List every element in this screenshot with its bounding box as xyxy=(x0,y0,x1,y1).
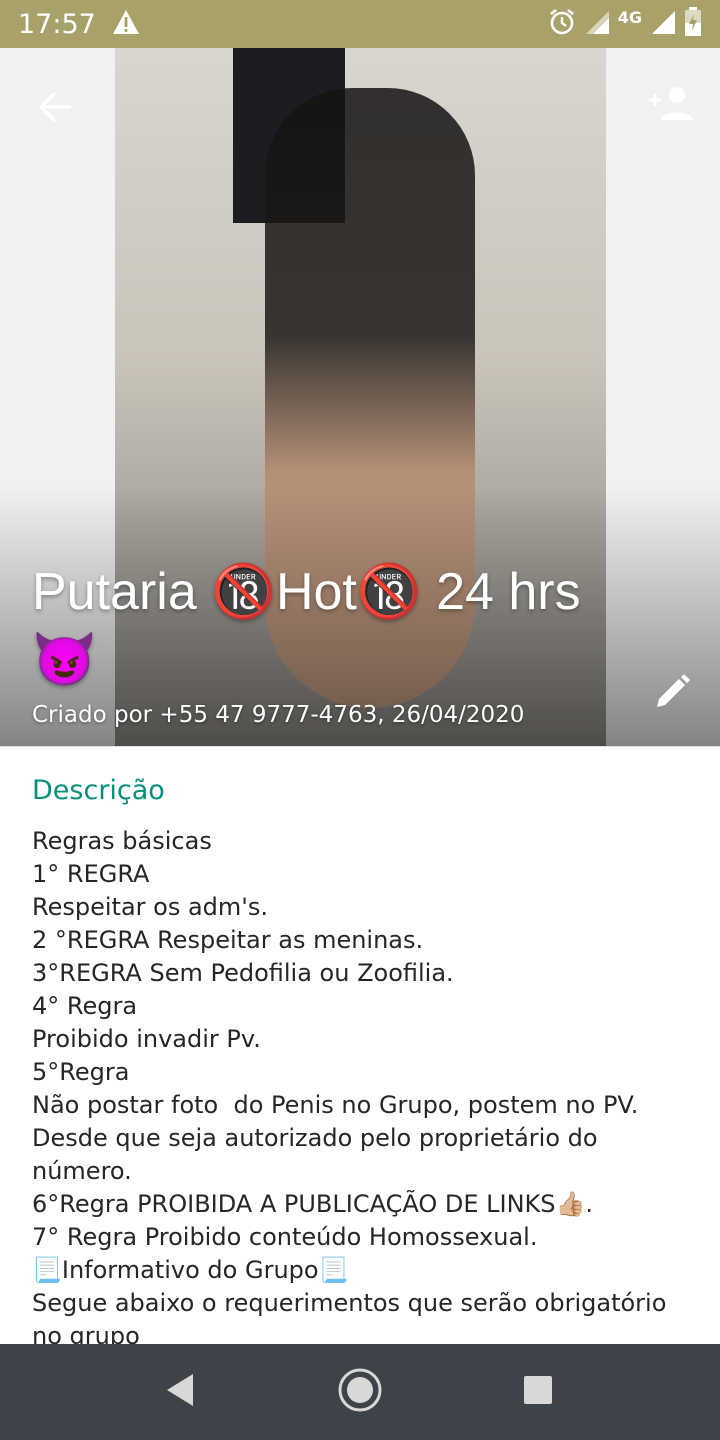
nav-recents-button[interactable] xyxy=(514,1368,562,1416)
back-button[interactable] xyxy=(30,84,80,134)
warning-icon xyxy=(112,9,140,39)
add-person-icon xyxy=(647,86,693,124)
alarm-icon xyxy=(548,8,576,40)
nav-back-button[interactable] xyxy=(156,1368,204,1416)
group-header: Putaria 🔞Hot🔞 24 hrs 😈 Criado por +55 47… xyxy=(0,48,720,746)
back-arrow-icon xyxy=(38,92,72,126)
description-label: Descrição xyxy=(32,775,165,806)
edit-subject-button[interactable] xyxy=(646,668,698,720)
status-time: 17:57 xyxy=(18,8,96,40)
network-type: 4G xyxy=(617,7,642,27)
nav-home-icon xyxy=(336,1366,384,1418)
description-section[interactable]: Descrição Regras básicas 1° REGRA Respei… xyxy=(0,746,720,1344)
add-participant-button[interactable] xyxy=(640,80,700,130)
status-icons: 4G xyxy=(548,7,702,41)
description-text: Regras básicas 1° REGRA Respeitar os adm… xyxy=(32,827,667,1344)
navigation-bar xyxy=(0,1344,720,1440)
pencil-icon xyxy=(653,673,691,715)
nav-home-button[interactable] xyxy=(336,1368,384,1416)
nav-back-icon xyxy=(163,1372,197,1412)
signal-icon xyxy=(584,9,610,39)
group-created-by: Criado por +55 47 9777-4763, 26/04/2020 xyxy=(32,702,525,728)
signal-icon xyxy=(650,9,676,39)
battery-charging-icon xyxy=(684,7,702,41)
nav-recents-icon xyxy=(521,1373,555,1411)
group-title: Putaria 🔞Hot🔞 24 hrs 😈 xyxy=(32,563,581,689)
status-bar: 17:57 4G xyxy=(0,0,720,48)
